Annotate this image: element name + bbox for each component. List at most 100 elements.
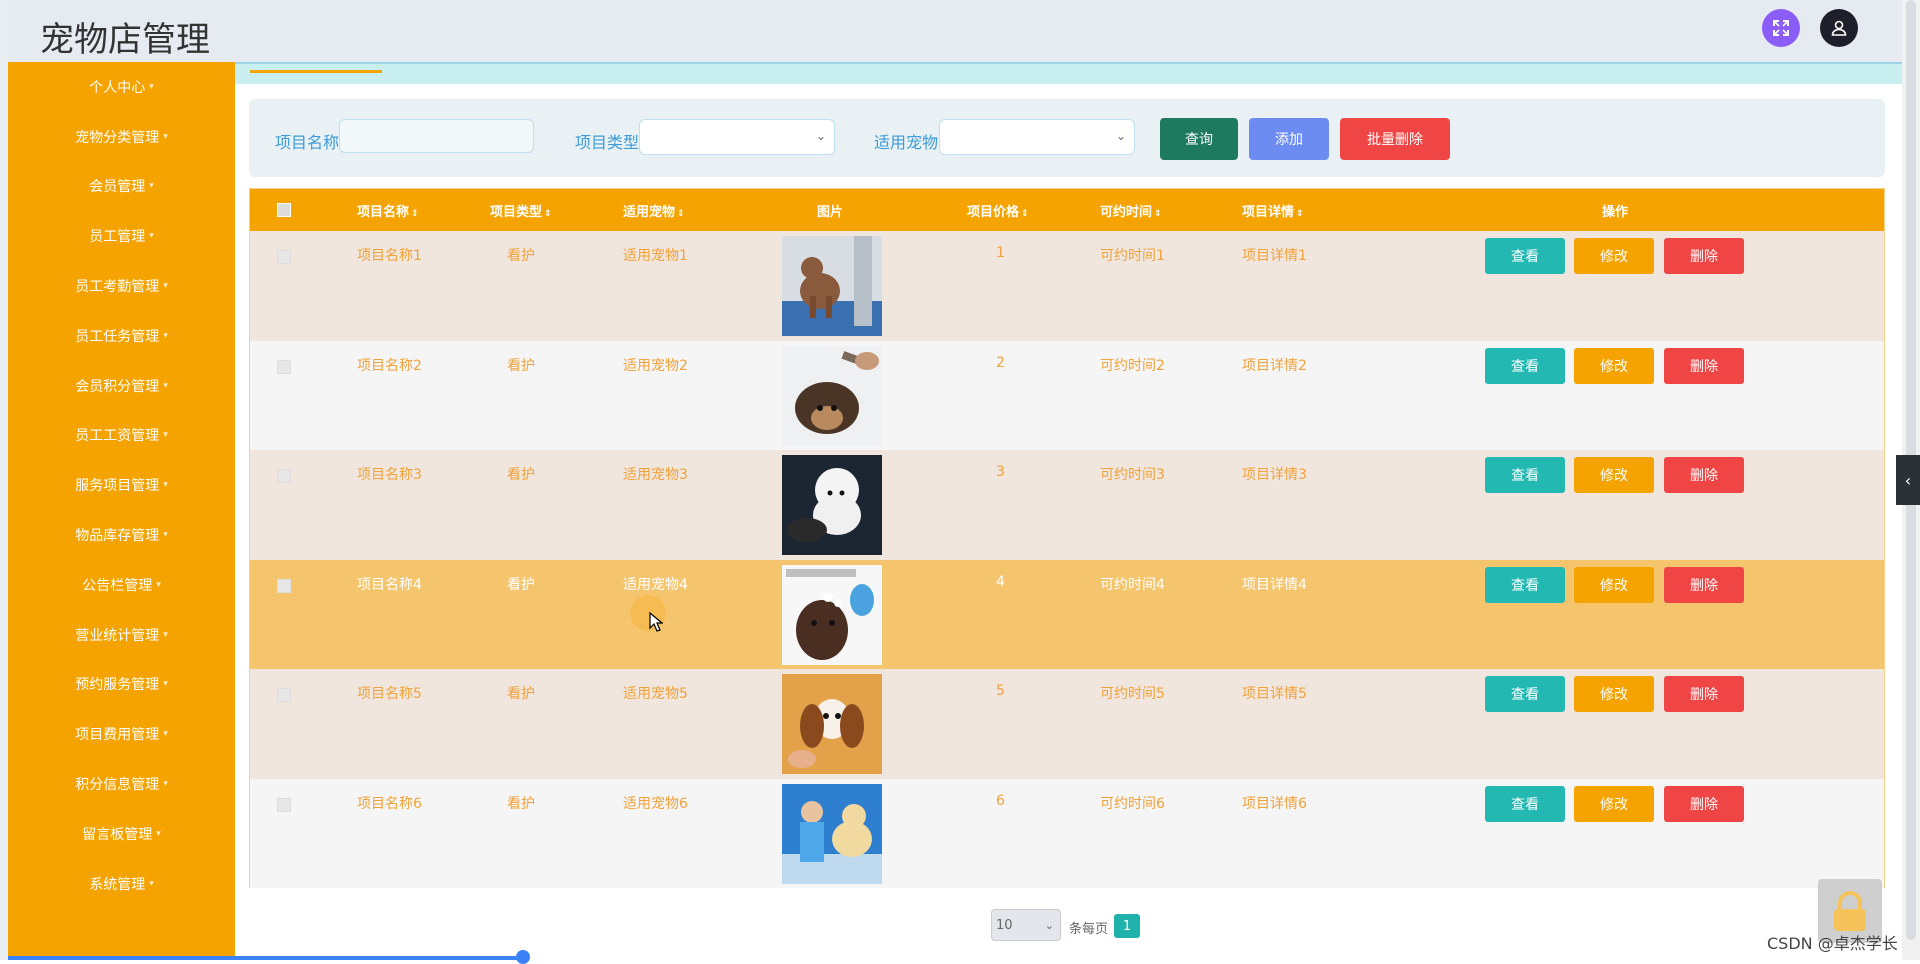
sidebar-item-member-points[interactable]: 会员积分管理 ▾ bbox=[8, 361, 235, 411]
sidebar-item-system[interactable]: 系统管理 ▾ bbox=[8, 859, 235, 909]
sidebar-item-points-info[interactable]: 积分信息管理 ▾ bbox=[8, 759, 235, 809]
sidebar-item-staff[interactable]: 员工管理 ▾ bbox=[8, 211, 235, 261]
view-button[interactable]: 查看 bbox=[1485, 566, 1565, 603]
delete-button[interactable]: 删除 bbox=[1664, 238, 1744, 274]
column-header-pet[interactable]: 适用宠物 ⇕ bbox=[623, 201, 685, 220]
view-button[interactable]: 查看 bbox=[1485, 347, 1565, 384]
view-button[interactable]: 查看 bbox=[1485, 676, 1565, 712]
sidebar-item-message-board[interactable]: 留言板管理 ▾ bbox=[8, 809, 235, 859]
view-button[interactable]: 查看 bbox=[1485, 457, 1565, 493]
sidebar-item-appointments[interactable]: 预约服务管理 ▾ bbox=[8, 660, 235, 710]
expand-icon bbox=[1773, 20, 1789, 36]
table-row[interactable]: 项目名称4 看护 适用宠物4 4 可约时间4 项目详情4 查看 修改 删除 bbox=[250, 559, 1884, 669]
caret-down-icon: ▾ bbox=[149, 181, 154, 192]
table-row[interactable]: 项目名称6 看护 适用宠物6 6 可约时间6 项目详情6 查看 修改 删除 bbox=[250, 778, 1884, 888]
cell-pet: 适用宠物1 bbox=[623, 248, 688, 264]
caret-down-icon: ▾ bbox=[163, 679, 168, 690]
cell-name: 项目名称4 bbox=[357, 576, 422, 593]
column-header-price[interactable]: 项目价格 ⇕ bbox=[967, 201, 1029, 220]
edit-button[interactable]: 修改 bbox=[1574, 676, 1654, 712]
sidebar-item-members[interactable]: 会员管理 ▾ bbox=[8, 162, 235, 212]
column-header-detail[interactable]: 项目详情 ⇕ bbox=[1242, 201, 1304, 220]
progress-handle[interactable] bbox=[516, 950, 530, 964]
project-type-select[interactable]: ⌄ bbox=[639, 119, 835, 155]
caret-down-icon: ▾ bbox=[149, 81, 154, 92]
dog-bath-photo bbox=[782, 564, 882, 665]
lock-icon bbox=[1834, 891, 1866, 931]
vet-dog-photo bbox=[782, 783, 882, 884]
sidebar-item-staff-salary[interactable]: 员工工资管理 ▾ bbox=[8, 411, 235, 461]
sidebar-item-label: 员工管理 bbox=[89, 229, 146, 246]
collapse-panel-button[interactable]: ‹ bbox=[1896, 455, 1920, 505]
sidebar-item-personal-center[interactable]: 个人中心 ▾ bbox=[8, 62, 235, 112]
page-size-select[interactable]: 10 ⌄ bbox=[991, 909, 1061, 941]
bulk-delete-button[interactable]: 批量删除 bbox=[1340, 118, 1450, 160]
view-button[interactable]: 查看 bbox=[1485, 238, 1565, 274]
edit-button[interactable]: 修改 bbox=[1574, 785, 1654, 822]
row-checkbox[interactable] bbox=[277, 578, 291, 593]
cell-type: 看护 bbox=[507, 248, 535, 264]
column-header-type[interactable]: 项目类型 ⇕ bbox=[490, 201, 552, 220]
add-button[interactable]: 添加 bbox=[1249, 118, 1329, 160]
top-header: 宠物店管理 bbox=[8, 0, 1902, 64]
user-icon bbox=[1831, 20, 1847, 36]
cell-pet: 适用宠物2 bbox=[623, 357, 688, 374]
sidebar-item-pet-category[interactable]: 宠物分类管理 ▾ bbox=[8, 112, 235, 162]
sidebar-item-label: 个人中心 bbox=[89, 79, 146, 96]
caret-down-icon: ▾ bbox=[163, 480, 168, 491]
content-top-band bbox=[235, 64, 1902, 84]
poodle-grooming-photo bbox=[782, 236, 882, 336]
delete-button[interactable]: 删除 bbox=[1664, 347, 1744, 384]
row-checkbox[interactable] bbox=[277, 797, 291, 812]
sidebar-item-label: 员工任务管理 bbox=[75, 328, 160, 345]
cell-name: 项目名称3 bbox=[357, 467, 422, 483]
table-row[interactable]: 项目名称1 看护 适用宠物1 1 可约时间1 项目详情1 查看 修改 删除 bbox=[250, 231, 1884, 341]
sidebar-item-staff-attendance[interactable]: 员工考勤管理 ▾ bbox=[8, 261, 235, 311]
view-button[interactable]: 查看 bbox=[1485, 785, 1565, 822]
sort-icon: ⇕ bbox=[544, 209, 552, 219]
row-checkbox[interactable] bbox=[277, 469, 291, 483]
mouse-pointer-icon bbox=[649, 612, 663, 632]
edit-button[interactable]: 修改 bbox=[1574, 347, 1654, 384]
column-header-image: 图片 bbox=[817, 205, 844, 220]
delete-button[interactable]: 删除 bbox=[1664, 457, 1744, 493]
delete-button[interactable]: 删除 bbox=[1664, 785, 1744, 822]
table-header: 项目名称 ⇕ 项目类型 ⇕ 适用宠物 ⇕ 图片 项目价格 ⇕ 可约时间 ⇕ 项目详情 ⇕ 操… bbox=[250, 189, 1884, 231]
sidebar-item-inventory[interactable]: 物品库存管理 ▾ bbox=[8, 510, 235, 560]
cell-time: 可约时间4 bbox=[1100, 576, 1165, 593]
applicable-pet-select[interactable]: ⌄ bbox=[939, 119, 1135, 155]
sidebar-item-staff-tasks[interactable]: 员工任务管理 ▾ bbox=[8, 311, 235, 361]
delete-button[interactable]: 删除 bbox=[1664, 676, 1744, 712]
search-panel: 项目名称 项目类型 ⌄ 适用宠物 ⌄ 查询 添加 批量删除 bbox=[249, 99, 1885, 177]
column-header-name[interactable]: 项目名称 ⇕ bbox=[357, 201, 419, 220]
edit-button[interactable]: 修改 bbox=[1574, 238, 1654, 274]
query-button[interactable]: 查询 bbox=[1160, 118, 1238, 160]
table-row[interactable]: 项目名称5 看护 适用宠物5 5 可约时间5 项目详情5 查看 修改 删除 bbox=[250, 669, 1884, 779]
white-poodle-photo bbox=[782, 455, 882, 555]
sidebar-item-notice-board[interactable]: 公告栏管理 ▾ bbox=[8, 560, 235, 610]
table-row[interactable]: 项目名称2 看护 适用宠物2 2 可约时间2 项目详情2 查看 修改 删除 bbox=[250, 340, 1884, 450]
cell-price: 4 bbox=[996, 573, 1005, 590]
row-checkbox[interactable] bbox=[277, 250, 291, 264]
edit-button[interactable]: 修改 bbox=[1574, 566, 1654, 603]
user-menu-button[interactable] bbox=[1820, 9, 1858, 47]
row-checkbox[interactable] bbox=[277, 359, 291, 374]
page-number-current[interactable]: 1 bbox=[1114, 914, 1140, 938]
row-checkbox[interactable] bbox=[277, 688, 291, 702]
table-row[interactable]: 项目名称3 看护 适用宠物3 3 可约时间3 项目详情3 查看 修改 删除 bbox=[250, 450, 1884, 560]
select-all-checkbox[interactable] bbox=[277, 203, 291, 217]
sidebar-item-project-fees[interactable]: 项目费用管理 ▾ bbox=[8, 709, 235, 759]
column-header-actions: 操作 bbox=[1602, 205, 1629, 220]
edit-button[interactable]: 修改 bbox=[1574, 457, 1654, 493]
project-name-input[interactable] bbox=[339, 119, 534, 153]
caret-down-icon: ▾ bbox=[149, 231, 154, 242]
sidebar-item-service-projects[interactable]: 服务项目管理 ▾ bbox=[8, 460, 235, 510]
cell-type: 看护 bbox=[507, 686, 535, 702]
delete-button[interactable]: 删除 bbox=[1664, 566, 1744, 603]
column-header-time[interactable]: 可约时间 ⇕ bbox=[1100, 201, 1162, 220]
sidebar-item-business-stats[interactable]: 营业统计管理 ▾ bbox=[8, 610, 235, 660]
fullscreen-button[interactable] bbox=[1762, 9, 1800, 47]
caret-down-icon: ▾ bbox=[163, 729, 168, 740]
sidebar-item-label: 留言板管理 bbox=[82, 826, 153, 843]
terrier-brushing-photo bbox=[782, 345, 882, 446]
